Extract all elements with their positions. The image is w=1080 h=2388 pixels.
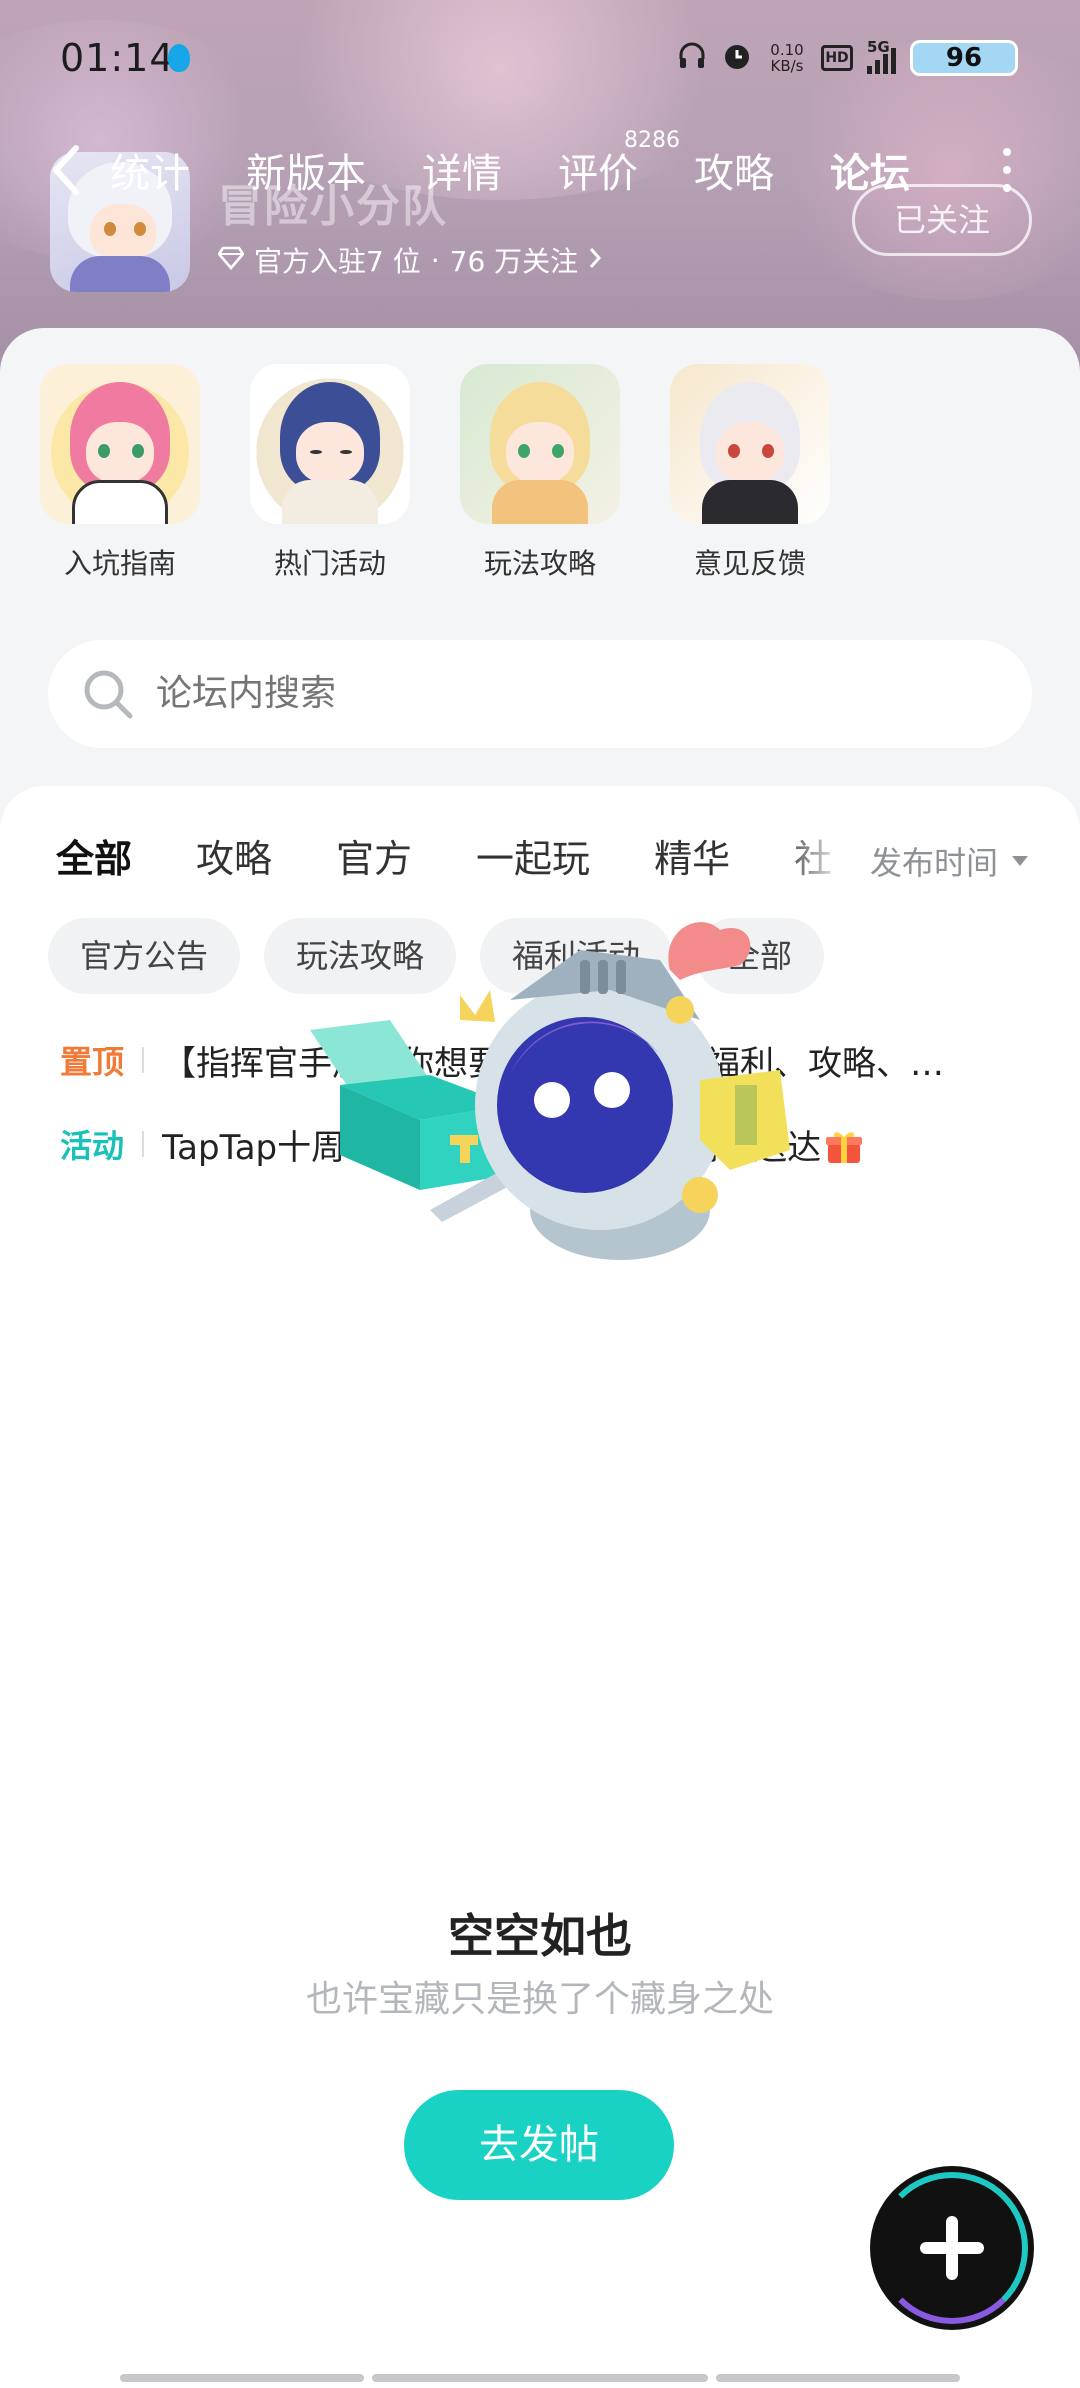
chevron-right-icon — [588, 244, 602, 277]
search-input[interactable] — [156, 640, 956, 748]
quick-item-gameplay-guide[interactable]: 玩法攻略 — [450, 364, 630, 582]
category-tab-official[interactable]: 官方 — [336, 828, 412, 883]
search-icon — [84, 670, 133, 719]
category-tab-guides[interactable]: 攻略 — [196, 828, 272, 883]
quick-item-hot-events[interactable]: 热门活动 — [240, 364, 420, 582]
tabs-fade — [780, 820, 870, 890]
empty-state-subtitle: 也许宝藏只是换了个藏身之处 — [305, 1979, 774, 2020]
plus-icon — [946, 2216, 958, 2280]
content-area: 入坑指南 热门活动 玩法攻略 意见反馈 论坛内搜索 全部 攻略 官方 一起玩 精… — [0, 328, 1080, 2388]
back-arrow-icon — [53, 145, 79, 195]
follower-count: 76 万关注 — [449, 245, 579, 278]
review-count-badge: 8286 — [624, 128, 680, 153]
sort-dropdown[interactable]: 发布时间 — [870, 838, 1029, 884]
quick-nav: 入坑指南 热门活动 玩法攻略 意见反馈 — [0, 364, 1080, 594]
category-tab-featured[interactable]: 精华 — [654, 828, 730, 883]
battery-indicator: 96 — [910, 40, 1018, 76]
tab-new-version[interactable]: 新版本 — [246, 141, 366, 199]
verified-count: 官方入驻7 位 — [254, 245, 421, 278]
beginner-guide-thumbnail — [40, 364, 200, 524]
category-tab-all[interactable]: 全部 — [56, 828, 132, 889]
status-time: 01:14 — [60, 36, 175, 80]
category-tabs: 全部 攻略 官方 一起玩 精华 社 — [56, 820, 846, 890]
network-speed: 0.10 KB/s — [770, 41, 804, 75]
nav-tabs: 统计 新版本 详情 评价 攻略 论坛 — [110, 138, 966, 207]
search-bar[interactable] — [48, 640, 1032, 748]
meta-separator: · — [430, 243, 440, 277]
filter-chip-announcements[interactable]: 官方公告 — [48, 918, 241, 994]
gameplay-guide-thumbnail — [460, 364, 620, 524]
status-icons: 0.10 KB/s HD 5G 96 — [677, 36, 1018, 80]
hd-badge: HD — [821, 45, 853, 71]
divider — [142, 1047, 145, 1073]
feedback-thumbnail — [670, 364, 830, 524]
empty-state-illustration — [310, 922, 790, 1260]
tab-forum[interactable]: 论坛 — [830, 141, 910, 207]
diamond-icon — [217, 244, 245, 277]
headphones-icon — [677, 41, 707, 75]
tab-details[interactable]: 详情 — [422, 141, 502, 199]
tab-guides[interactable]: 攻略 — [694, 141, 774, 199]
nav-gesture-bar[interactable] — [372, 2374, 708, 2382]
signal-icon: 5G — [867, 38, 896, 74]
compose-fab[interactable] — [870, 2166, 1034, 2330]
nav-gesture-bar[interactable] — [716, 2374, 960, 2382]
quick-item-beginner-guide[interactable]: 入坑指南 — [30, 364, 210, 582]
game-meta[interactable]: 官方入驻7 位 · 76 万关注 — [217, 240, 602, 280]
nav-gesture-bar[interactable] — [120, 2374, 364, 2382]
notification-dot-icon — [168, 44, 190, 72]
pin-tag-event: 活动 — [60, 1127, 125, 1165]
back-button[interactable] — [46, 140, 96, 200]
gift-icon — [825, 1129, 863, 1165]
divider — [142, 1131, 145, 1157]
sort-caret-icon — [1012, 856, 1029, 866]
status-bar: 01:14 0.10 KB/s HD 5G 96 — [0, 0, 1080, 110]
alarm-icon — [721, 40, 753, 76]
quick-item-feedback[interactable]: 意见反馈 — [660, 364, 840, 582]
create-post-button[interactable]: 去发帖 — [404, 2090, 674, 2200]
pin-tag-top: 置顶 — [60, 1043, 125, 1081]
empty-state-title: 空空如也 — [448, 1909, 632, 1963]
more-button[interactable] — [998, 148, 1016, 194]
category-tab-play-together[interactable]: 一起玩 — [476, 828, 590, 883]
hot-events-thumbnail — [250, 364, 410, 524]
tab-stats[interactable]: 统计 — [110, 141, 190, 199]
